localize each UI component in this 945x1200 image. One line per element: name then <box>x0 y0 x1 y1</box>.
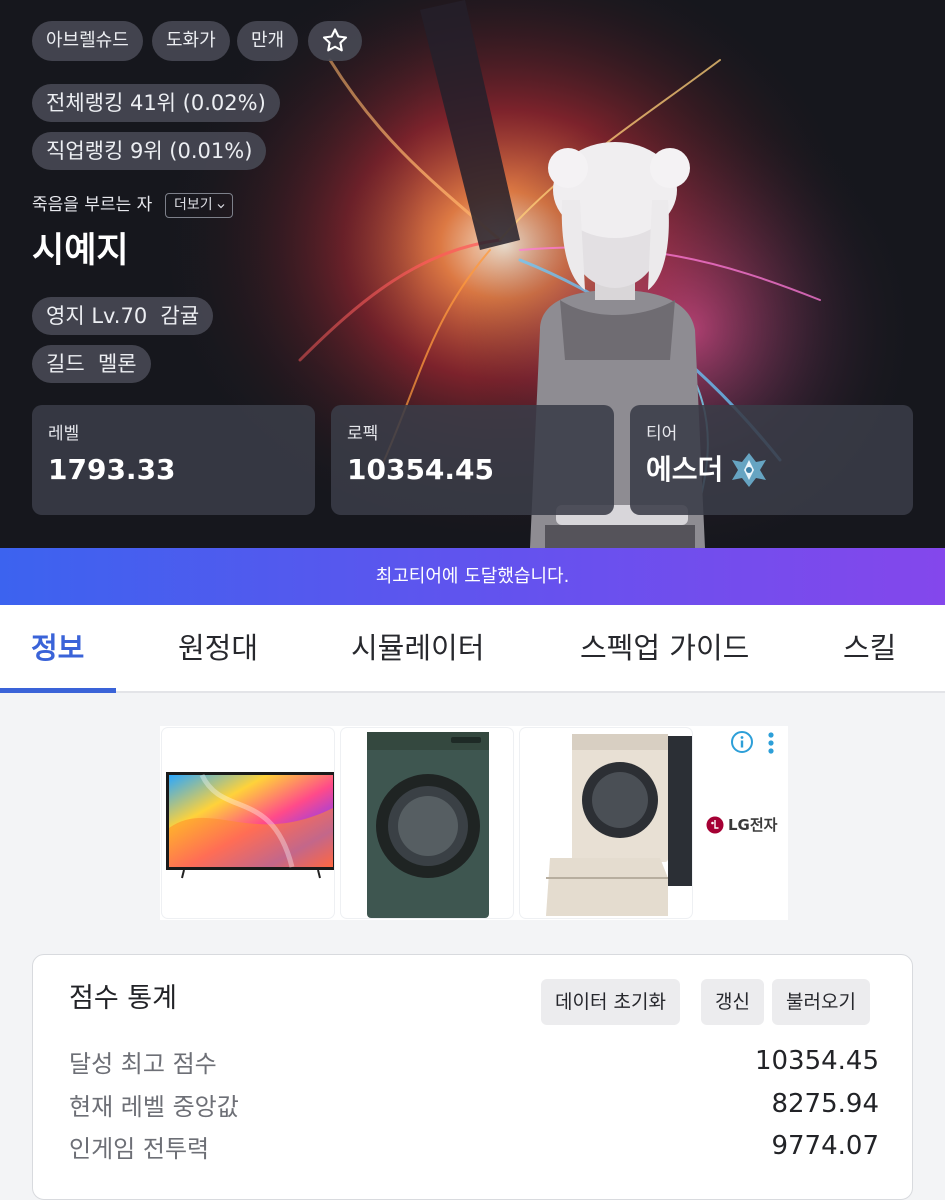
score-row-value: 9774.07 <box>771 1131 879 1161</box>
estate-chip: 영지 Lv.70 감귤 <box>32 297 214 335</box>
active-tab-indicator <box>0 688 116 693</box>
ad-banner[interactable]: LG전자 <box>160 726 788 920</box>
stat-value: 1793.33 <box>48 453 176 486</box>
character-hero: 아브렐슈드 도화가 만개 전체랭킹 41위 (0.02%) 직업랭킹 9위 (0… <box>0 0 945 548</box>
tab-info[interactable]: 정보 <box>31 605 84 693</box>
score-stats-title: 점수 통계 <box>69 983 177 1014</box>
score-row-best: 달성 최고 점수 10354.45 <box>69 1043 879 1079</box>
engraving-tag-chip: 만개 <box>237 21 299 61</box>
esther-tier-icon <box>732 453 767 487</box>
level-stat-card: 레벨 1793.33 <box>32 405 315 515</box>
favorite-button[interactable] <box>308 21 362 61</box>
tier-stat-card: 티어 에스더 <box>630 405 913 515</box>
score-row-label: 현재 레벨 중앙값 <box>69 1092 239 1121</box>
info-icon[interactable] <box>730 730 754 754</box>
character-name: 시예지 <box>32 231 129 271</box>
lg-logo-icon <box>706 816 724 833</box>
ad-tile-washer[interactable] <box>341 728 513 918</box>
stat-label: 로펙 <box>347 424 379 444</box>
chevron-down-icon <box>217 203 225 208</box>
tab-simulator[interactable]: 시뮬레이터 <box>351 605 484 693</box>
washer-image <box>367 732 489 918</box>
tab-bar: 정보 원정대 시뮬레이터 스펙업 가이드 스킬 <box>0 605 945 693</box>
raid-tag-chip: 아브렐슈드 <box>32 21 143 61</box>
tab-skill[interactable]: 스킬 <box>843 605 896 693</box>
dryer-image <box>546 734 692 916</box>
reset-data-button[interactable]: 데이터 초기화 <box>541 979 680 1025</box>
guild-chip: 길드 멜론 <box>32 345 151 383</box>
score-row-label: 인게임 전투력 <box>69 1134 210 1163</box>
ad-brand-name: LG전자 <box>728 816 778 834</box>
load-button[interactable]: 불러오기 <box>772 979 870 1025</box>
class-tag-chip: 도화가 <box>152 21 230 61</box>
tv-image <box>166 772 334 879</box>
tab-spec-guide[interactable]: 스펙업 가이드 <box>580 605 749 693</box>
title-more-button[interactable]: 더보기 <box>165 193 233 218</box>
stat-value: 에스더 <box>646 448 913 492</box>
score-stats-panel: 점수 통계 데이터 초기화 갱신 불러오기 달성 최고 점수 10354.45 … <box>32 954 913 1200</box>
score-row-median: 현재 레벨 중앙값 8275.94 <box>69 1086 879 1122</box>
character-title: 죽음을 부르는 자 <box>32 195 153 215</box>
stat-label: 레벨 <box>48 424 80 444</box>
more-vertical-icon[interactable] <box>765 730 777 758</box>
score-row-combat-power: 인게임 전투력 9774.07 <box>69 1128 879 1164</box>
tier-name: 에스더 <box>646 453 724 486</box>
score-row-value: 10354.45 <box>754 1046 879 1076</box>
refresh-button[interactable]: 갱신 <box>701 979 764 1025</box>
more-label: 더보기 <box>174 197 213 213</box>
tab-roster[interactable]: 원정대 <box>178 605 258 693</box>
ad-tile-tv[interactable] <box>162 728 334 918</box>
top-tier-banner: 최고티어에 도달했습니다. <box>0 548 945 605</box>
stat-value: 10354.45 <box>347 453 495 486</box>
lopec-stat-card: 로펙 10354.45 <box>331 405 614 515</box>
ad-tile-dryer[interactable] <box>520 728 692 918</box>
ad-brand: LG전자 <box>706 814 777 835</box>
score-row-label: 달성 최고 점수 <box>69 1049 217 1078</box>
stat-label: 티어 <box>646 424 678 444</box>
overall-ranking-chip: 전체랭킹 41위 (0.02%) <box>32 84 280 122</box>
star-icon <box>322 28 348 52</box>
score-row-value: 8275.94 <box>771 1089 879 1119</box>
class-ranking-chip: 직업랭킹 9위 (0.01%) <box>32 132 267 170</box>
